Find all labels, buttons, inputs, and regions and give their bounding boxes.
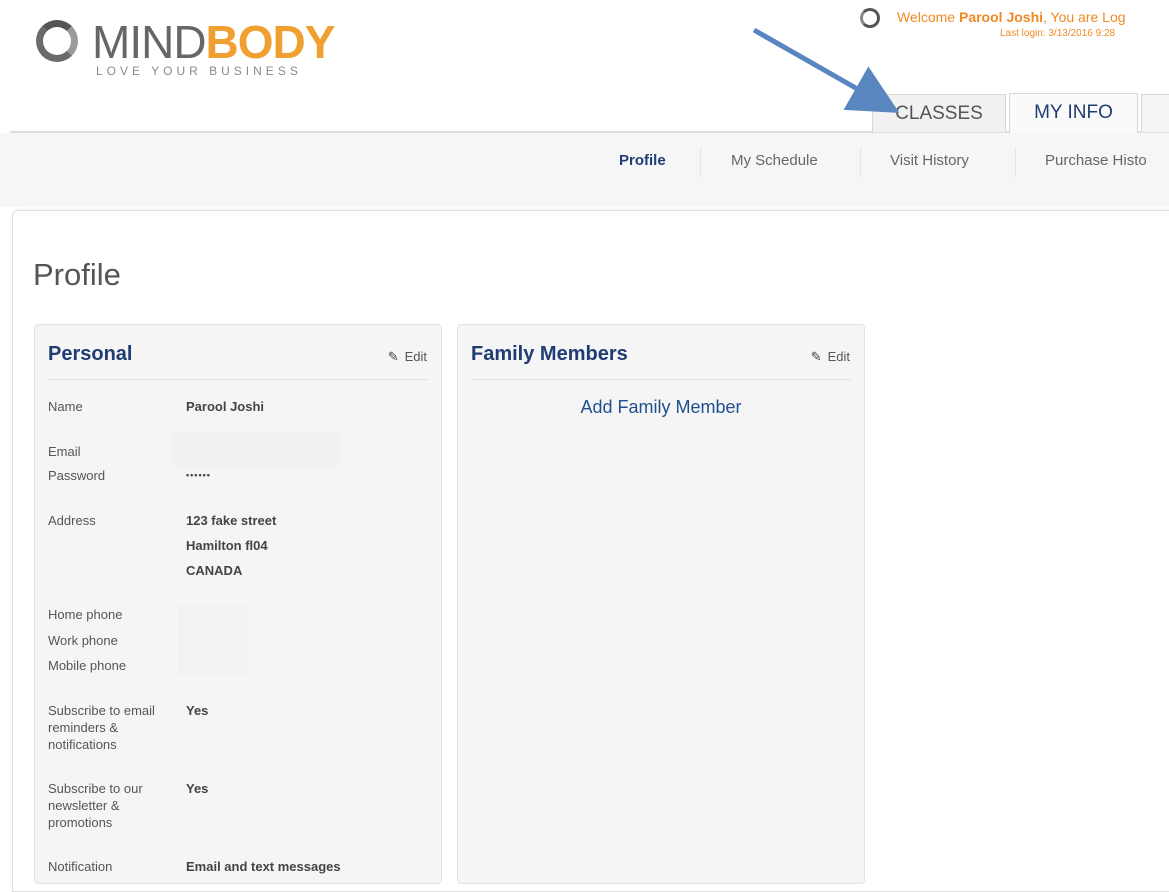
subnav-divider (1015, 147, 1016, 177)
add-family-member-link[interactable]: Add Family Member (458, 397, 864, 418)
address-label: Address (48, 513, 96, 528)
loading-circle-icon (860, 8, 880, 28)
subscribe-email-value: Yes (186, 703, 209, 718)
family-members-card: Family Members ✎ Edit Add Family Member (457, 324, 865, 884)
welcome-message: Welcome Parool Joshi, You are Log (897, 9, 1126, 25)
pencil-icon: ✎ (810, 349, 822, 364)
card-divider (471, 379, 851, 380)
last-login: Last login: 3/13/2016 9:28 (1000, 28, 1116, 39)
mindbody-logo[interactable]: MINDBODY LOVE YOUR BUSINESS (36, 18, 366, 80)
phone-values-redacted (178, 605, 248, 675)
subnav-my-schedule[interactable]: My Schedule (731, 152, 818, 169)
mobile-phone-label: Mobile phone (48, 658, 127, 673)
address-line1: 123 fake street (186, 513, 277, 528)
password-value: •••••• (186, 470, 211, 480)
personal-card-title: Personal (48, 343, 133, 365)
sub-navigation: Profile My Schedule Visit History Purcha… (0, 133, 1169, 207)
address-line3: CANADA (186, 563, 243, 578)
address-line2: Hamilton fl04 (186, 538, 268, 553)
tab-my-info[interactable]: MY INFO (1009, 93, 1138, 133)
logo-wordmark: MINDBODY (92, 16, 335, 68)
subnav-divider (860, 147, 861, 177)
password-label: Password (48, 468, 106, 483)
name-label: Name (48, 399, 83, 414)
email-label: Email (48, 444, 81, 459)
family-card-title: Family Members (471, 343, 628, 365)
logo-tagline: LOVE YOUR BUSINESS (96, 64, 302, 78)
tab-classes[interactable]: CLASSES (872, 94, 1006, 132)
notification-label: Notification (48, 859, 113, 874)
subnav-purchase-history[interactable]: Purchase Histo (1045, 152, 1147, 169)
personal-card: Personal ✎ Edit Name Parool Joshi Email P… (34, 324, 442, 884)
subnav-divider (700, 147, 701, 177)
home-phone-label: Home phone (48, 607, 123, 622)
subnav-visit-history[interactable]: Visit History (890, 152, 969, 169)
page-title: Profile (33, 257, 121, 292)
subscribe-newsletter-label: Subscribe to our newsletter & promotions (48, 781, 143, 830)
subscribe-email-label: Subscribe to email reminders & notificat… (48, 703, 155, 752)
email-value-redacted (173, 433, 339, 467)
pencil-icon: ✎ (387, 349, 399, 364)
notification-value: Email and text messages (186, 859, 341, 874)
work-phone-label: Work phone (48, 633, 118, 648)
family-edit-button[interactable]: ✎ Edit (811, 349, 850, 365)
personal-edit-button[interactable]: ✎ Edit (388, 349, 427, 365)
name-value: Parool Joshi (186, 399, 265, 414)
welcome-user-name: Parool Joshi (958, 9, 1044, 25)
card-divider (48, 379, 428, 380)
tab-more[interactable] (1141, 94, 1169, 132)
subnav-profile[interactable]: Profile (619, 152, 666, 169)
subscribe-newsletter-value: Yes (186, 781, 209, 796)
logo-ring-icon (36, 20, 78, 62)
